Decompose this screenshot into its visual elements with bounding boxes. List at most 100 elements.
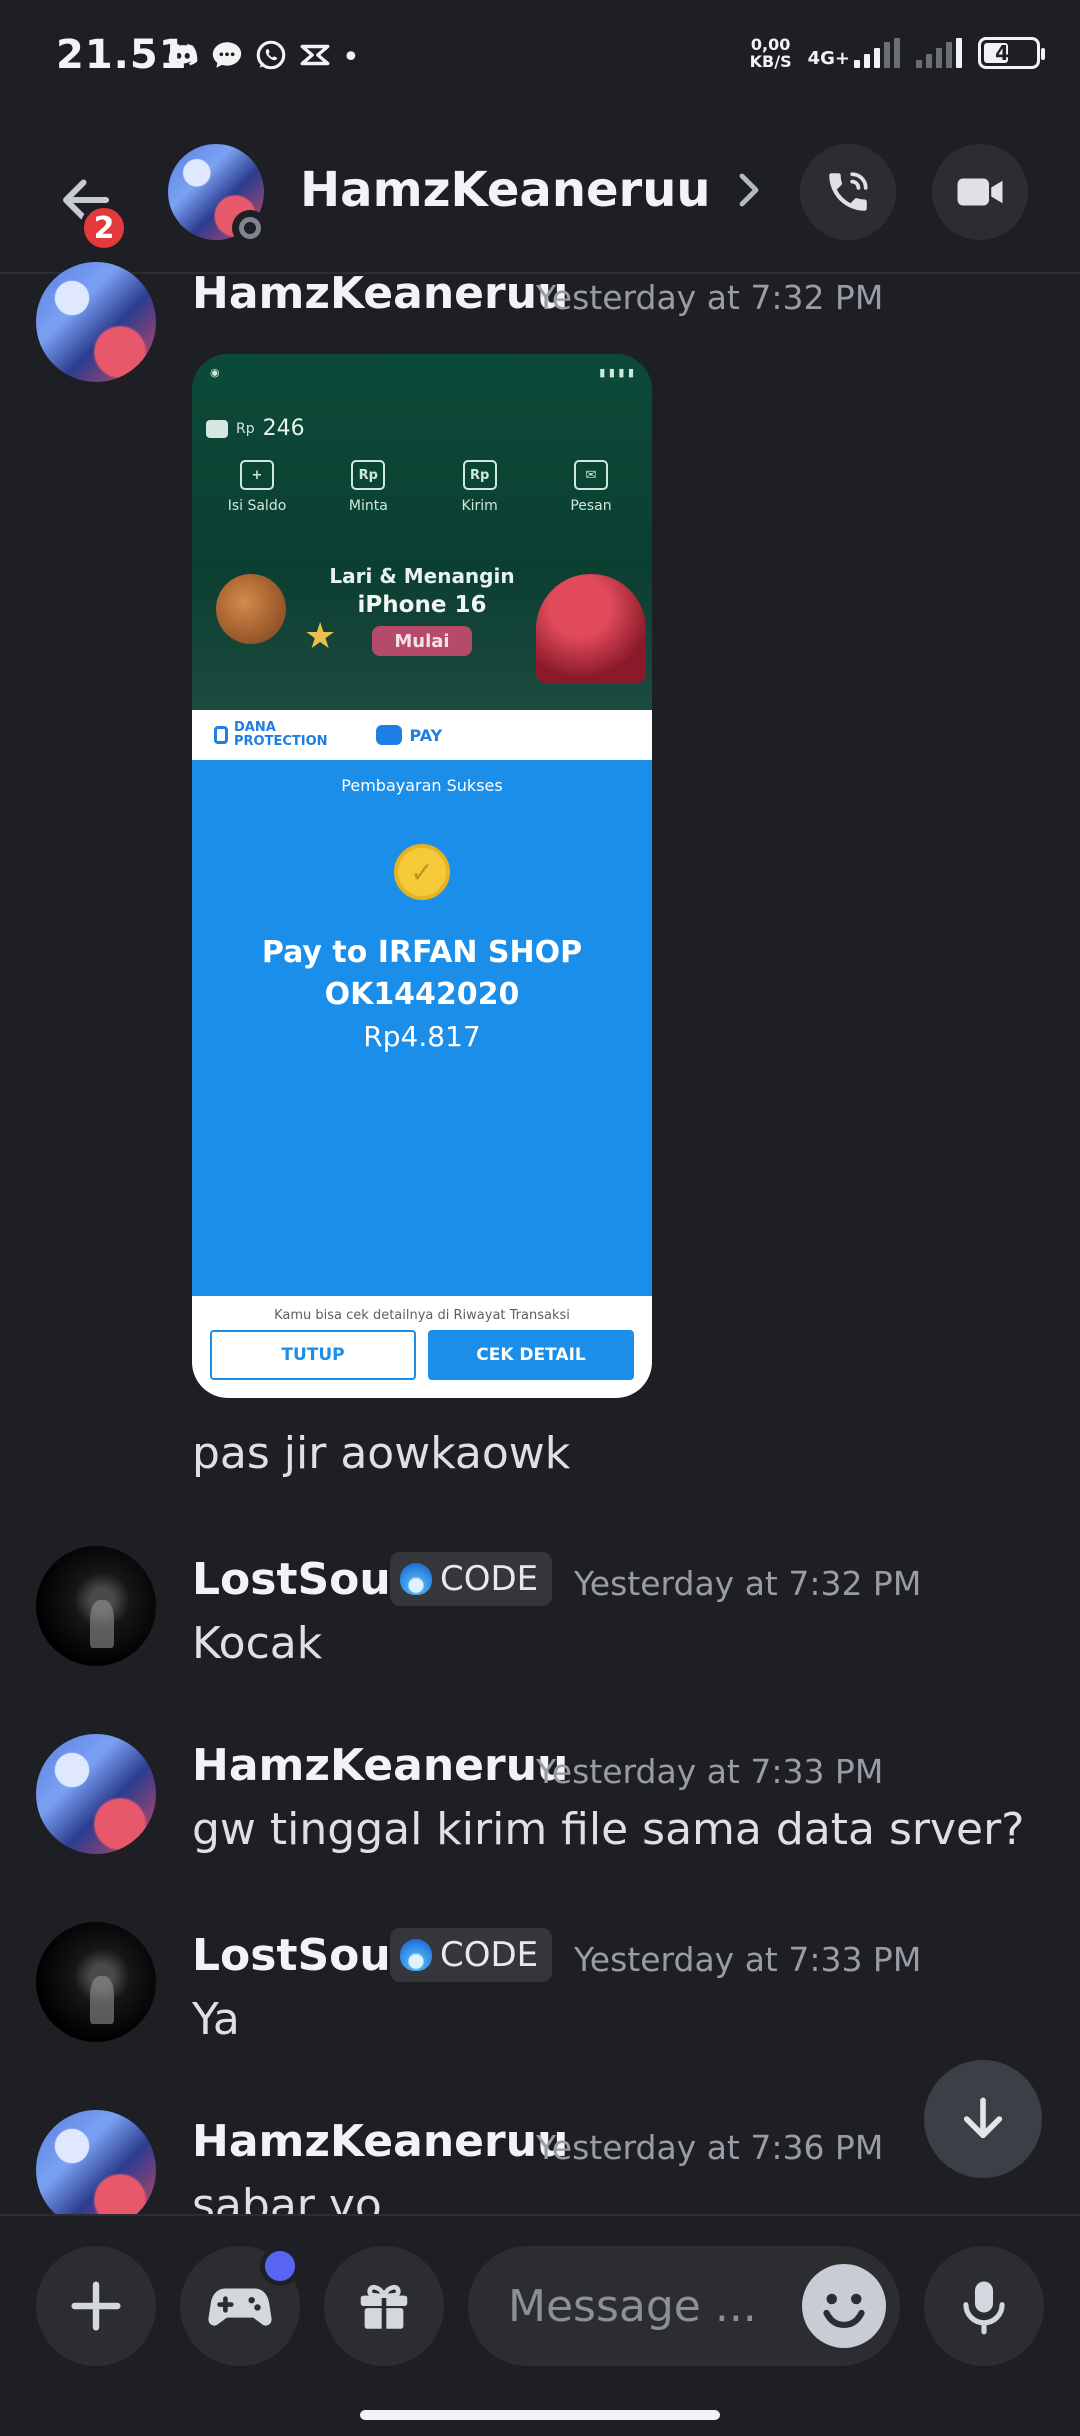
message-timestamp: Yesterday at 7:32 PM [536, 278, 884, 317]
wallet-action-inbox: ✉ Pesan [550, 460, 632, 514]
success-check-icon: ✓ [394, 844, 450, 900]
flame-icon [400, 1563, 432, 1595]
phone-icon [829, 172, 868, 211]
message-text: gw tinggal kirim file sama data srver? [192, 1804, 1025, 1855]
battery-level: 40 [995, 41, 1023, 65]
gift-button[interactable] [324, 2246, 444, 2366]
network-type: 4G+ [807, 48, 850, 69]
notification-icons: • [166, 38, 360, 81]
author-name[interactable]: LostSoul [192, 1930, 406, 1981]
new-activity-dot [260, 2246, 300, 2286]
payee-line2: OK1442020 [324, 977, 520, 1012]
promo-subtitle: iPhone 16 [357, 592, 487, 618]
contact-title[interactable]: HamzKeaneruu [300, 162, 763, 218]
microphone-icon [963, 2281, 1005, 2335]
chat-screen: 21.51 • 0,00 KB/S 4G+ 40 2 HamzKeaneruu … [0, 0, 1080, 2436]
screenshot-status-bar: ◉ ▮ ▮ ▮ ▮ [210, 366, 634, 379]
dana-logo-icon [375, 725, 402, 745]
payment-footer-note: Kamu bisa cek detailnya di Riwayat Trans… [274, 1308, 570, 1323]
payee-line1: Pay to IRFAN SHOP [261, 935, 583, 970]
gift-icon [360, 2284, 408, 2330]
rupiah-icon: Rp [351, 460, 386, 490]
wallet-action-request: Rp Minta [327, 460, 409, 514]
author-name[interactable]: HamzKeaneruu [192, 268, 568, 319]
network-speed-value: 0,00 [750, 35, 791, 54]
protection-line1: DANA [234, 720, 276, 735]
promo-button: Mulai [372, 626, 472, 656]
discord-notification-icon [166, 38, 200, 81]
payee: Pay to IRFAN SHOP OK1442020 [192, 932, 652, 1016]
wallet-action-label: Minta [348, 498, 388, 514]
dana-pay-logo: PAY [375, 725, 443, 745]
video-call-button[interactable] [932, 144, 1028, 240]
wallet-balance: Rp 246 [206, 416, 305, 441]
message-text: Ya [192, 1994, 240, 2045]
wallet-action-topup: + Isi Saldo [216, 460, 298, 514]
author-avatar[interactable] [36, 262, 156, 382]
clan-tag[interactable]: CODE [390, 1928, 553, 1982]
gamepad-icon [208, 2288, 272, 2326]
clan-tag-label: CODE [440, 1935, 539, 1975]
system-indicators: 0,00 KB/S 4G+ 40 [749, 35, 1045, 71]
signal-bars-icon [854, 38, 900, 68]
promo-title: Lari & Menangin [329, 564, 515, 588]
wallet-action-label: Kirim [461, 498, 498, 514]
plus-icon [71, 2281, 121, 2331]
voice-call-button[interactable] [800, 144, 896, 240]
lock-icon [214, 726, 228, 744]
clan-tag-label: CODE [440, 1559, 539, 1599]
protection-line2: PROTECTION [234, 734, 328, 749]
wallet-action-send: Rp Kirim [439, 460, 521, 514]
network-speed-unit: KB/S [749, 52, 792, 71]
clan-tag[interactable]: CODE [390, 1552, 553, 1606]
wallet-action-label: Pesan [570, 498, 612, 514]
wallet-actions: + Isi Saldo Rp Minta Rp Kirim ✉ Pesan [216, 460, 632, 514]
emoji-button[interactable] [802, 2264, 886, 2348]
pay-label: PAY [409, 725, 443, 745]
payment-card-header: DANA PROTECTION PAY [192, 710, 652, 760]
signal-bars-secondary-icon [916, 38, 962, 68]
message-input-placeholder: Message ... [508, 2280, 757, 2332]
author-name[interactable]: HamzKeaneruu [192, 2116, 568, 2167]
payment-detail-button: CEK DETAIL [428, 1330, 634, 1380]
image-attachment[interactable]: ◉ ▮ ▮ ▮ ▮ Rp 246 + Isi Saldo Rp Minta Rp Kir… [192, 354, 652, 1398]
message-timestamp: Yesterday at 7:33 PM [536, 1752, 884, 1791]
chat-header: 2 HamzKeaneruu [0, 118, 1080, 274]
chevron-right-icon [739, 173, 758, 207]
plus-icon: + [240, 460, 274, 490]
contact-name: HamzKeaneruu [300, 162, 711, 218]
author-avatar[interactable] [36, 1734, 156, 1854]
promo-figures-image [536, 574, 646, 684]
balance-amount: 246 [262, 416, 305, 441]
status-bar: 21.51 • 0,00 KB/S 4G+ 40 [0, 0, 1080, 118]
video-camera-icon [957, 178, 1003, 206]
envelope-icon: ✉ [573, 460, 608, 490]
wallet-action-label: Isi Saldo [227, 498, 287, 514]
author-avatar[interactable] [36, 1922, 156, 2042]
balance-currency: Rp [236, 420, 255, 437]
home-indicator[interactable] [360, 2410, 720, 2420]
message-timestamp: Yesterday at 7:33 PM [574, 1940, 922, 1979]
jump-to-latest-button[interactable] [924, 2060, 1042, 2178]
promo-star-icon: ★ [304, 616, 337, 657]
payment-amount: Rp4.817 [363, 1020, 481, 1053]
whatsapp-notification-icon [254, 38, 288, 81]
dana-protection-logo: DANA PROTECTION [214, 721, 328, 749]
author-avatar[interactable] [36, 1546, 156, 1666]
wallet-icon [206, 419, 228, 438]
author-avatar[interactable] [36, 2110, 156, 2230]
arrow-down-icon [963, 2097, 1003, 2139]
offline-status-indicator [232, 210, 268, 246]
payment-status: Pembayaran Sukses [341, 776, 503, 795]
message-text: pas jir aowkaowk [192, 1428, 571, 1479]
more-notifications-dot-icon: • [342, 40, 360, 75]
message-timestamp: Yesterday at 7:32 PM [574, 1564, 922, 1603]
voice-message-button[interactable] [924, 2246, 1044, 2366]
capcut-notification-icon [298, 38, 332, 81]
add-attachment-button[interactable] [36, 2246, 156, 2366]
battery-icon: 40 [978, 37, 1045, 69]
message-composer-bar: Message ... [0, 2214, 1080, 2436]
author-name[interactable]: LostSoul [192, 1554, 406, 1605]
emoji-icon [805, 2267, 883, 2345]
author-name[interactable]: HamzKeaneruu [192, 1740, 568, 1791]
